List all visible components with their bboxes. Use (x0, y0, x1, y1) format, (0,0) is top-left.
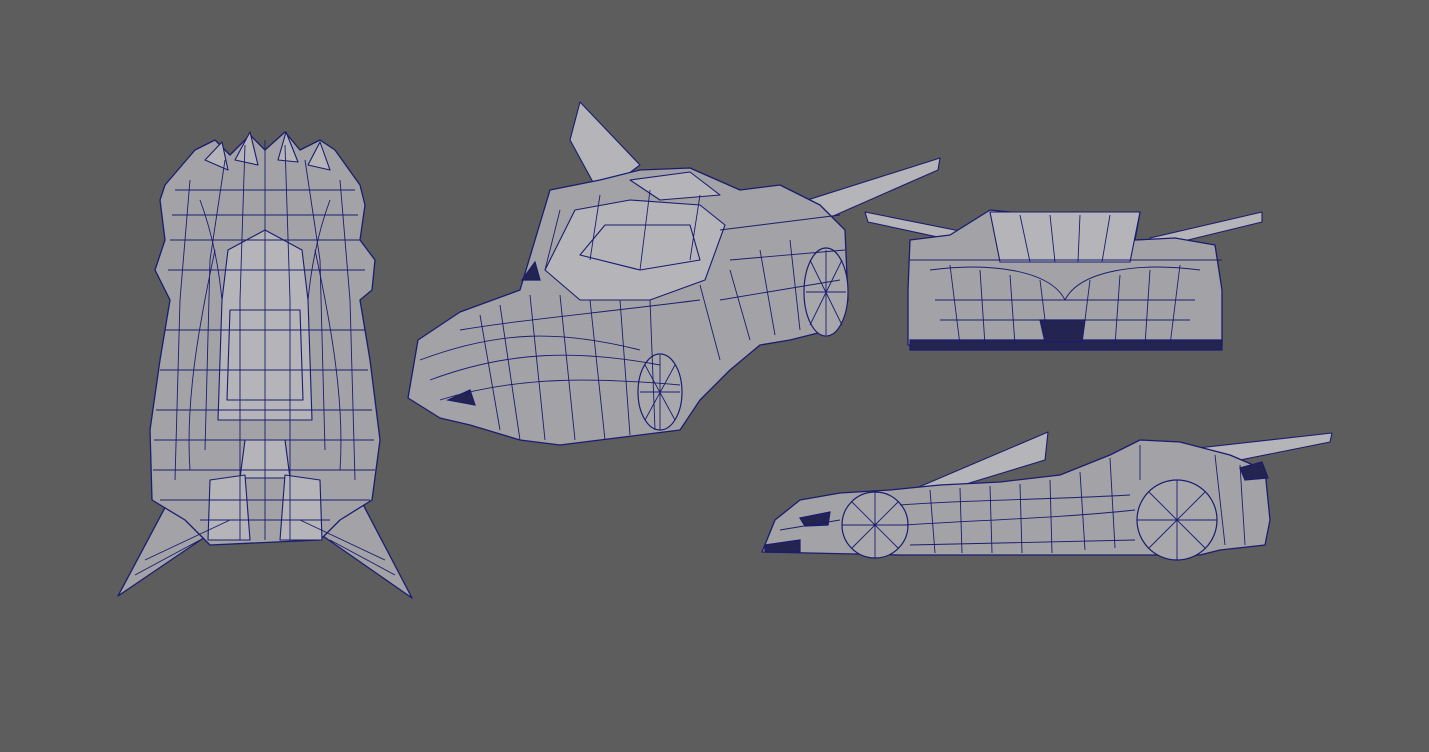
maya-viewport[interactable] (0, 0, 1429, 752)
car-perspective-view[interactable] (407, 101, 941, 446)
car-top-view[interactable] (117, 131, 413, 599)
car-front-view[interactable] (864, 209, 1263, 351)
car-side-view[interactable] (761, 431, 1333, 561)
viewport-canvas[interactable] (0, 0, 1429, 752)
